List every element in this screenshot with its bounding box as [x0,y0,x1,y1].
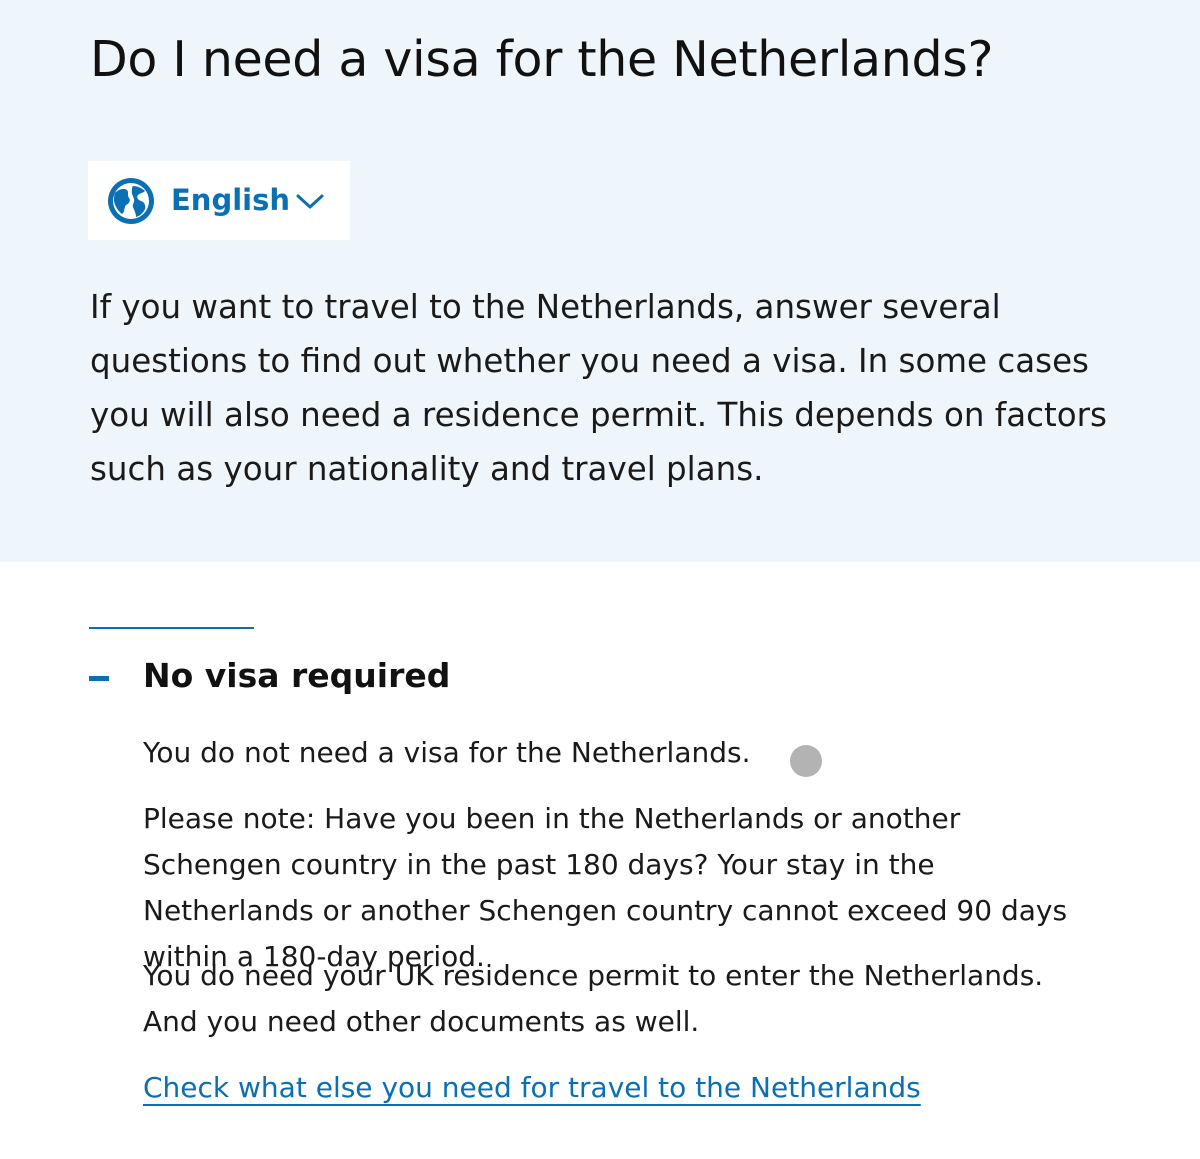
globe-icon [108,178,154,224]
touch-indicator [790,745,822,777]
page-title: Do I need a visa for the Netherlands? [90,31,994,88]
language-selector[interactable]: English [88,161,350,240]
hero-section: Do I need a visa for the Netherlands? En… [0,0,1200,562]
language-label: English [171,183,291,217]
minus-icon[interactable] [89,676,109,681]
result-title[interactable]: No visa required [143,652,450,700]
result-paragraph: You do need your UK residence permit to … [143,959,1044,1038]
chevron-down-icon [296,194,324,209]
result-paragraph: You do not need a visa for the Netherlan… [143,736,751,769]
check-requirements-link[interactable]: Check what else you need for travel to t… [143,1065,921,1111]
section-divider [89,627,254,629]
intro-text: If you want to travel to the Netherlands… [90,288,1107,488]
